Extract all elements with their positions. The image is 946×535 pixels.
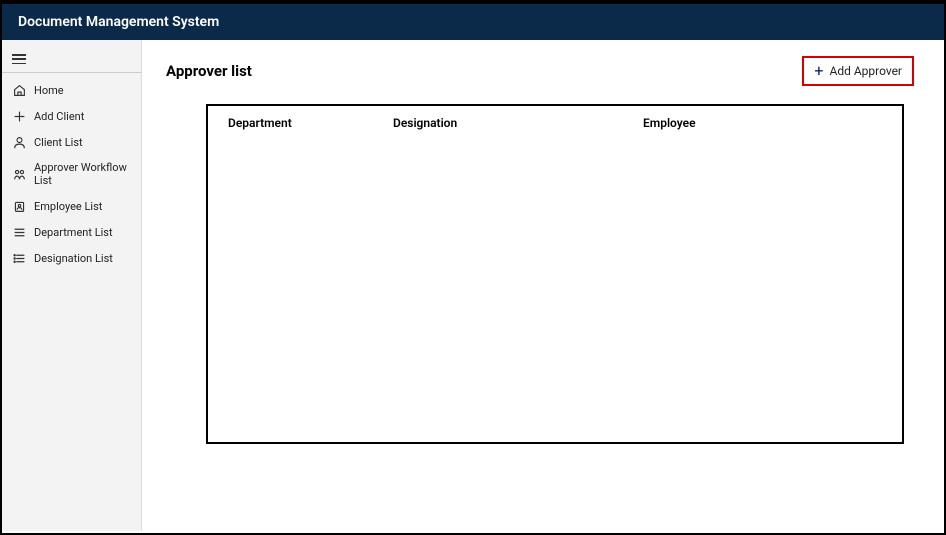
hamburger-icon	[12, 54, 26, 64]
table-header-row: Department Designation Employee	[208, 114, 902, 132]
column-header-employee: Employee	[643, 116, 882, 130]
home-icon	[12, 83, 26, 97]
sidebar-item-label: Client List	[34, 136, 83, 149]
sidebar-item-home[interactable]: Home	[2, 77, 141, 103]
sidebar-item-designation-list[interactable]: Designation List	[2, 245, 141, 271]
add-button-label: Add Approver	[829, 64, 902, 78]
main-content: Approver list + Add Approver Department …	[142, 40, 944, 531]
list-icon	[12, 251, 26, 265]
sidebar-item-label: Employee List	[34, 200, 102, 213]
plus-icon: +	[814, 63, 823, 79]
sidebar-item-label: Add Client	[34, 110, 84, 123]
badge-icon	[12, 199, 26, 213]
workflow-icon	[12, 167, 26, 181]
sidebar-item-employee-list[interactable]: Employee List	[2, 193, 141, 219]
person-icon	[12, 135, 26, 149]
sidebar-item-label: Home	[34, 84, 64, 97]
sidebar-item-client-list[interactable]: Client List	[2, 129, 141, 155]
sidebar-item-label: Department List	[34, 226, 113, 239]
sidebar-toggle[interactable]	[2, 48, 141, 73]
page-title: Approver list	[166, 62, 252, 80]
column-header-designation: Designation	[393, 116, 643, 130]
list-lines-icon	[12, 225, 26, 239]
sidebar-item-label: Approver Workflow List	[34, 161, 131, 187]
sidebar-item-add-client[interactable]: Add Client	[2, 103, 141, 129]
app-title: Document Management System	[18, 14, 219, 30]
sidebar-item-approver-workflow[interactable]: Approver Workflow List	[2, 155, 141, 193]
plus-icon	[12, 109, 26, 123]
sidebar-item-label: Designation List	[34, 252, 113, 265]
column-header-department: Department	[228, 116, 393, 130]
approver-table: Department Designation Employee	[206, 104, 904, 444]
add-approver-button[interactable]: + Add Approver	[802, 56, 914, 86]
sidebar-item-department-list[interactable]: Department List	[2, 219, 141, 245]
app-header: Document Management System	[2, 2, 944, 40]
sidebar: Home Add Client Client List Approver Wor…	[2, 40, 142, 531]
